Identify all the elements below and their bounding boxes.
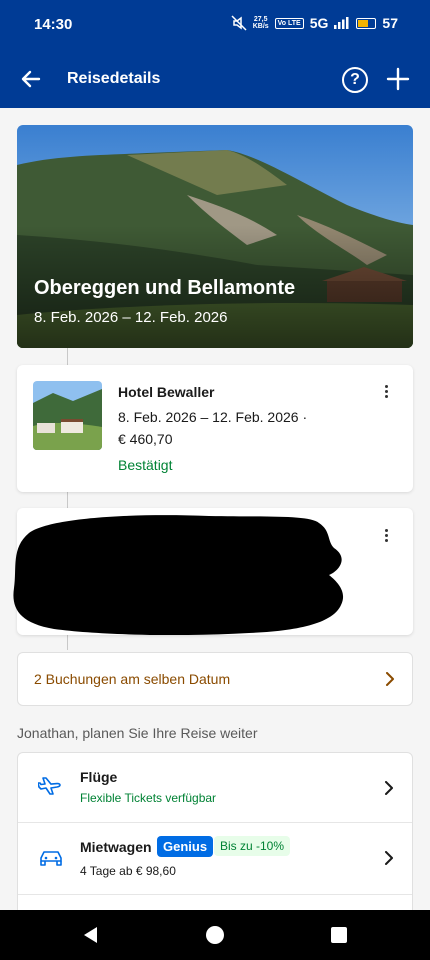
booking-status: Bestätigt [118, 457, 173, 473]
car-rental-option[interactable]: Mietwagen Genius Bis zu -10% 4 Tage ab €… [18, 823, 412, 895]
trip-hero[interactable]: Obereggen und Bellamonte 8. Feb. 2026 – … [17, 125, 413, 348]
plan-trip-heading: Jonathan, planen Sie Ihre Reise weiter [17, 725, 258, 741]
status-time: 14:30 [34, 16, 73, 33]
nav-recents-icon[interactable] [327, 923, 351, 947]
car-rental-subtitle: 4 Tage ab € 98,60 [80, 864, 176, 878]
hotel-thumbnail [33, 381, 102, 450]
same-date-bookings-link[interactable]: 2 Buchungen am selben Datum [17, 652, 413, 706]
car-rental-title: Mietwagen [80, 839, 152, 855]
back-arrow-icon[interactable] [18, 66, 44, 92]
speed-value: 27,5 [253, 16, 268, 23]
flights-option[interactable]: Flüge Flexible Tickets verfügbar [18, 753, 412, 823]
chevron-right-icon [385, 851, 393, 865]
trip-info: Obereggen und Bellamonte 8. Feb. 2026 – … [34, 277, 295, 326]
same-date-bookings-label: 2 Buchungen am selben Datum [34, 671, 231, 687]
genius-badge: Genius [157, 836, 214, 857]
flights-subtitle: Flexible Tickets verfügbar [80, 791, 217, 805]
app-bar: Reisedetails ? [0, 50, 430, 108]
discount-badge: Bis zu -10% [214, 836, 291, 856]
plan-options-list: Flüge Flexible Tickets verfügbar Mietwag… [17, 752, 413, 922]
redaction-mark [13, 515, 344, 635]
car-icon [40, 851, 62, 866]
hotel-dates: 8. Feb. 2026 – 12. Feb. 2026 · [118, 409, 308, 425]
speed-unit: KB/s [252, 23, 269, 30]
trip-title: Obereggen und Bellamonte [34, 277, 296, 299]
flights-title: Flüge [80, 769, 118, 785]
hotel-booking-card[interactable]: Hotel Bewaller 8. Feb. 2026 – 12. Feb. 2… [17, 365, 413, 492]
status-bar: 14:30 27,5 KB/s Vo LTE 5G 57 [0, 0, 430, 50]
page-title: Reisedetails [67, 70, 161, 87]
hotel-name: Hotel Bewaller [118, 384, 215, 400]
network-speed: 27,5 KB/s [253, 16, 269, 30]
chevron-right-icon [386, 672, 394, 686]
plus-icon[interactable] [384, 65, 412, 93]
network-type: 5G [309, 15, 329, 31]
system-navigation-bar [0, 910, 430, 960]
more-options-icon[interactable] [379, 527, 393, 545]
status-icons: 27,5 KB/s Vo LTE 5G 57 [231, 15, 398, 31]
help-icon[interactable]: ? [342, 67, 368, 93]
battery-level: 57 [382, 15, 398, 31]
redacted-booking-card[interactable] [13, 508, 413, 635]
nav-back-icon[interactable] [79, 923, 103, 947]
trip-dates: 8. Feb. 2026 – 12. Feb. 2026 [34, 309, 228, 326]
plane-icon [38, 777, 61, 795]
hotel-price: € 460,70 [118, 431, 173, 447]
battery-icon [356, 17, 377, 29]
nav-home-icon[interactable] [203, 923, 227, 947]
chevron-right-icon [385, 781, 393, 795]
signal-icon [334, 17, 349, 29]
volte-badge: Vo LTE [274, 17, 304, 29]
mute-icon [231, 15, 247, 31]
more-options-icon[interactable] [379, 383, 393, 401]
